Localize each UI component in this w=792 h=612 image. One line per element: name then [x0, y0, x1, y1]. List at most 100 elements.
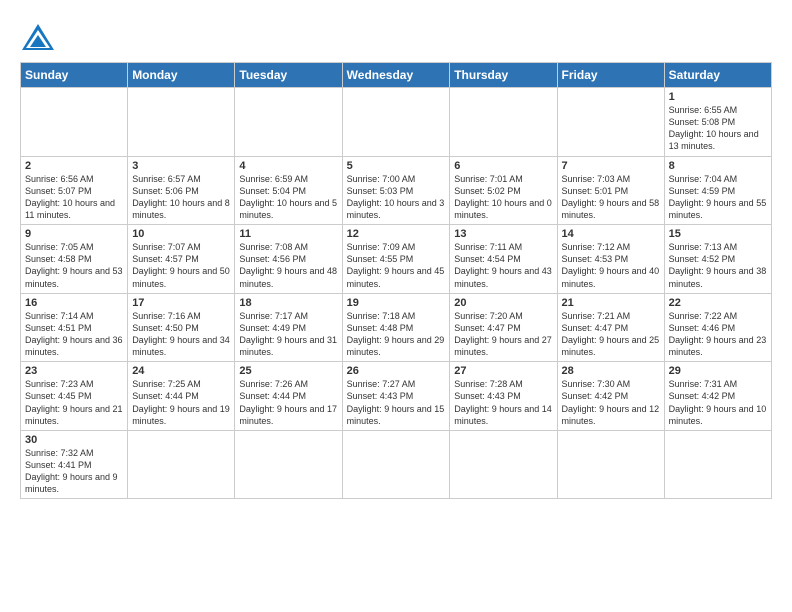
calendar-cell: 1Sunrise: 6:55 AM Sunset: 5:08 PM Daylig… — [664, 88, 771, 157]
day-number: 25 — [239, 365, 337, 377]
day-info: Sunrise: 7:00 AM Sunset: 5:03 PM Dayligh… — [347, 173, 446, 222]
day-info: Sunrise: 7:07 AM Sunset: 4:57 PM Dayligh… — [132, 241, 230, 290]
day-number: 28 — [562, 365, 660, 377]
calendar-cell: 20Sunrise: 7:20 AM Sunset: 4:47 PM Dayli… — [450, 293, 557, 362]
calendar-cell: 24Sunrise: 7:25 AM Sunset: 4:44 PM Dayli… — [128, 362, 235, 431]
calendar-cell — [450, 88, 557, 157]
calendar-cell: 7Sunrise: 7:03 AM Sunset: 5:01 PM Daylig… — [557, 156, 664, 225]
calendar-cell — [450, 430, 557, 499]
day-number: 18 — [239, 297, 337, 309]
day-number: 24 — [132, 365, 230, 377]
day-number: 7 — [562, 160, 660, 172]
header — [20, 16, 772, 56]
calendar-cell — [235, 430, 342, 499]
calendar-cell: 3Sunrise: 6:57 AM Sunset: 5:06 PM Daylig… — [128, 156, 235, 225]
calendar-cell: 21Sunrise: 7:21 AM Sunset: 4:47 PM Dayli… — [557, 293, 664, 362]
calendar-cell: 22Sunrise: 7:22 AM Sunset: 4:46 PM Dayli… — [664, 293, 771, 362]
day-number: 8 — [669, 160, 767, 172]
calendar-cell: 10Sunrise: 7:07 AM Sunset: 4:57 PM Dayli… — [128, 225, 235, 294]
week-row-3: 9Sunrise: 7:05 AM Sunset: 4:58 PM Daylig… — [21, 225, 772, 294]
day-info: Sunrise: 7:16 AM Sunset: 4:50 PM Dayligh… — [132, 310, 230, 359]
day-number: 3 — [132, 160, 230, 172]
day-number: 15 — [669, 228, 767, 240]
day-number: 16 — [25, 297, 123, 309]
day-number: 6 — [454, 160, 552, 172]
day-info: Sunrise: 7:12 AM Sunset: 4:53 PM Dayligh… — [562, 241, 660, 290]
day-number: 4 — [239, 160, 337, 172]
calendar-cell — [557, 430, 664, 499]
calendar-page: SundayMondayTuesdayWednesdayThursdayFrid… — [0, 0, 792, 509]
calendar-cell: 6Sunrise: 7:01 AM Sunset: 5:02 PM Daylig… — [450, 156, 557, 225]
weekday-header-wednesday: Wednesday — [342, 63, 450, 88]
calendar-cell: 14Sunrise: 7:12 AM Sunset: 4:53 PM Dayli… — [557, 225, 664, 294]
day-number: 13 — [454, 228, 552, 240]
day-info: Sunrise: 7:23 AM Sunset: 4:45 PM Dayligh… — [25, 378, 123, 427]
calendar-cell — [342, 430, 450, 499]
day-info: Sunrise: 7:18 AM Sunset: 4:48 PM Dayligh… — [347, 310, 446, 359]
day-info: Sunrise: 7:28 AM Sunset: 4:43 PM Dayligh… — [454, 378, 552, 427]
day-number: 11 — [239, 228, 337, 240]
calendar-cell: 15Sunrise: 7:13 AM Sunset: 4:52 PM Dayli… — [664, 225, 771, 294]
calendar-cell: 16Sunrise: 7:14 AM Sunset: 4:51 PM Dayli… — [21, 293, 128, 362]
calendar-cell: 23Sunrise: 7:23 AM Sunset: 4:45 PM Dayli… — [21, 362, 128, 431]
day-number: 17 — [132, 297, 230, 309]
calendar-cell: 2Sunrise: 6:56 AM Sunset: 5:07 PM Daylig… — [21, 156, 128, 225]
day-info: Sunrise: 7:20 AM Sunset: 4:47 PM Dayligh… — [454, 310, 552, 359]
calendar-cell — [664, 430, 771, 499]
day-number: 19 — [347, 297, 446, 309]
calendar-cell: 4Sunrise: 6:59 AM Sunset: 5:04 PM Daylig… — [235, 156, 342, 225]
day-info: Sunrise: 7:09 AM Sunset: 4:55 PM Dayligh… — [347, 241, 446, 290]
calendar-cell — [235, 88, 342, 157]
day-number: 5 — [347, 160, 446, 172]
weekday-header-saturday: Saturday — [664, 63, 771, 88]
day-info: Sunrise: 7:17 AM Sunset: 4:49 PM Dayligh… — [239, 310, 337, 359]
day-number: 12 — [347, 228, 446, 240]
day-number: 22 — [669, 297, 767, 309]
day-info: Sunrise: 7:13 AM Sunset: 4:52 PM Dayligh… — [669, 241, 767, 290]
weekday-header-friday: Friday — [557, 63, 664, 88]
day-number: 23 — [25, 365, 123, 377]
week-row-4: 16Sunrise: 7:14 AM Sunset: 4:51 PM Dayli… — [21, 293, 772, 362]
calendar-cell — [342, 88, 450, 157]
calendar-cell — [557, 88, 664, 157]
calendar-cell: 25Sunrise: 7:26 AM Sunset: 4:44 PM Dayli… — [235, 362, 342, 431]
day-info: Sunrise: 6:59 AM Sunset: 5:04 PM Dayligh… — [239, 173, 337, 222]
day-info: Sunrise: 6:56 AM Sunset: 5:07 PM Dayligh… — [25, 173, 123, 222]
day-info: Sunrise: 7:30 AM Sunset: 4:42 PM Dayligh… — [562, 378, 660, 427]
week-row-6: 30Sunrise: 7:32 AM Sunset: 4:41 PM Dayli… — [21, 430, 772, 499]
week-row-5: 23Sunrise: 7:23 AM Sunset: 4:45 PM Dayli… — [21, 362, 772, 431]
calendar-cell: 18Sunrise: 7:17 AM Sunset: 4:49 PM Dayli… — [235, 293, 342, 362]
weekday-header-row: SundayMondayTuesdayWednesdayThursdayFrid… — [21, 63, 772, 88]
calendar-cell: 26Sunrise: 7:27 AM Sunset: 4:43 PM Dayli… — [342, 362, 450, 431]
week-row-1: 1Sunrise: 6:55 AM Sunset: 5:08 PM Daylig… — [21, 88, 772, 157]
logo-icon — [20, 20, 56, 56]
calendar-cell: 17Sunrise: 7:16 AM Sunset: 4:50 PM Dayli… — [128, 293, 235, 362]
calendar-cell: 19Sunrise: 7:18 AM Sunset: 4:48 PM Dayli… — [342, 293, 450, 362]
calendar-table: SundayMondayTuesdayWednesdayThursdayFrid… — [20, 62, 772, 499]
day-number: 10 — [132, 228, 230, 240]
day-number: 27 — [454, 365, 552, 377]
calendar-cell: 11Sunrise: 7:08 AM Sunset: 4:56 PM Dayli… — [235, 225, 342, 294]
day-info: Sunrise: 7:05 AM Sunset: 4:58 PM Dayligh… — [25, 241, 123, 290]
day-info: Sunrise: 7:08 AM Sunset: 4:56 PM Dayligh… — [239, 241, 337, 290]
day-info: Sunrise: 7:27 AM Sunset: 4:43 PM Dayligh… — [347, 378, 446, 427]
weekday-header-tuesday: Tuesday — [235, 63, 342, 88]
calendar-cell: 27Sunrise: 7:28 AM Sunset: 4:43 PM Dayli… — [450, 362, 557, 431]
day-info: Sunrise: 7:11 AM Sunset: 4:54 PM Dayligh… — [454, 241, 552, 290]
day-info: Sunrise: 7:03 AM Sunset: 5:01 PM Dayligh… — [562, 173, 660, 222]
day-info: Sunrise: 7:22 AM Sunset: 4:46 PM Dayligh… — [669, 310, 767, 359]
calendar-cell: 5Sunrise: 7:00 AM Sunset: 5:03 PM Daylig… — [342, 156, 450, 225]
day-info: Sunrise: 7:26 AM Sunset: 4:44 PM Dayligh… — [239, 378, 337, 427]
day-number: 14 — [562, 228, 660, 240]
calendar-cell — [21, 88, 128, 157]
calendar-cell: 8Sunrise: 7:04 AM Sunset: 4:59 PM Daylig… — [664, 156, 771, 225]
day-info: Sunrise: 6:55 AM Sunset: 5:08 PM Dayligh… — [669, 104, 767, 153]
day-info: Sunrise: 7:32 AM Sunset: 4:41 PM Dayligh… — [25, 447, 123, 496]
calendar-cell — [128, 430, 235, 499]
calendar-cell: 13Sunrise: 7:11 AM Sunset: 4:54 PM Dayli… — [450, 225, 557, 294]
day-number: 2 — [25, 160, 123, 172]
day-number: 9 — [25, 228, 123, 240]
day-number: 26 — [347, 365, 446, 377]
day-number: 1 — [669, 91, 767, 103]
day-info: Sunrise: 6:57 AM Sunset: 5:06 PM Dayligh… — [132, 173, 230, 222]
